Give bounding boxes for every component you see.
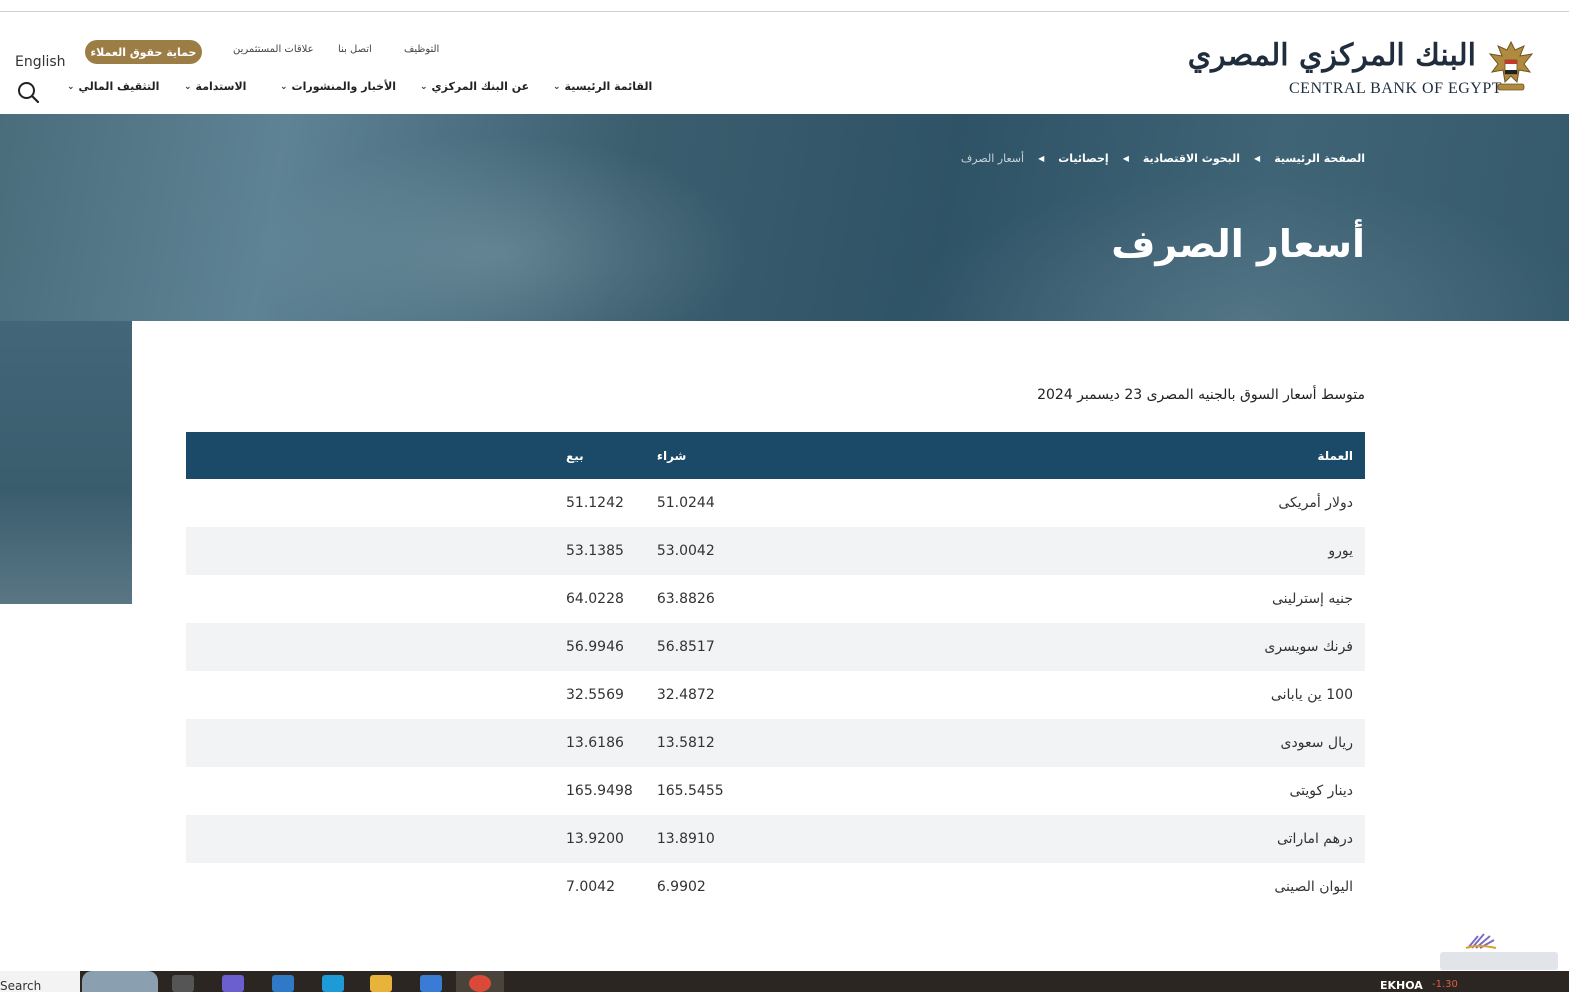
column-header-buy: شراء (656, 448, 687, 463)
currency-cell: ريال سعودى (1280, 735, 1353, 751)
table-row: اليوان الصينى 6.9902 7.0042 (186, 863, 1365, 911)
nav-news[interactable]: ⌄ الأخبار والمنشورات (280, 80, 396, 93)
buy-cell: 13.5812 (656, 735, 715, 751)
taskbar-active-app[interactable] (456, 971, 504, 992)
taskbar-search-box[interactable]: Search (0, 971, 80, 992)
column-header-sell: بيع (566, 448, 584, 463)
taskbar-widget[interactable] (82, 971, 158, 992)
caret-left-icon: ◀ (1122, 154, 1129, 163)
buy-cell: 63.8826 (656, 591, 715, 607)
buy-cell: 165.5455 (656, 783, 724, 799)
cbe-logo[interactable]: البنك المركزي المصري CENTRAL BANK OF EGY… (1188, 38, 1536, 108)
caret-left-icon: ◀ (1038, 154, 1045, 163)
currency-cell: جنيه إسترلينى (1271, 591, 1353, 607)
currency-cell: يورو (1328, 543, 1353, 559)
careers-link[interactable]: التوظيف (404, 44, 439, 55)
sell-cell: 64.0228 (566, 591, 624, 607)
chevron-down-icon: ⌄ (184, 81, 192, 92)
nav-about[interactable]: ⌄ عن البنك المركزي (420, 80, 529, 93)
tray-ticker-label[interactable]: EKHOA (1380, 979, 1423, 992)
rates-subtitle: متوسط أسعار السوق بالجنيه المصرى 23 ديسم… (1037, 387, 1365, 403)
nav-sustainability[interactable]: ⌄ الاستدامة (184, 80, 246, 93)
sell-cell: 51.1242 (566, 495, 624, 511)
hero-banner: الصفحة الرئيسية ◀ البحوث الاقتصادية ◀ إح… (0, 114, 1569, 321)
table-row: ريال سعودى 13.5812 13.6186 (186, 719, 1365, 767)
table-row: درهم اماراتى 13.8910 13.9200 (186, 815, 1365, 863)
os-taskbar: Search EKHOA -1.30 (0, 971, 1569, 992)
breadcrumb-research[interactable]: البحوث الاقتصادية (1143, 152, 1240, 165)
exchange-rates-table: العملة شراء بيع دولار أمريكى 51.0244 51.… (186, 432, 1365, 911)
chevron-down-icon: ⌄ (67, 81, 75, 92)
breadcrumb-statistics[interactable]: إحصائيات (1058, 152, 1108, 165)
nav-sustainability-label: الاستدامة (195, 80, 247, 93)
caret-left-icon: ◀ (1254, 154, 1261, 163)
chevron-down-icon: ⌄ (280, 81, 288, 92)
edge-browser-icon[interactable] (322, 975, 344, 992)
currency-cell: دولار أمريكى (1278, 495, 1353, 511)
currency-cell: درهم اماراتى (1276, 831, 1353, 847)
sell-cell: 13.9200 (566, 831, 624, 847)
table-row: فرنك سويسرى 56.8517 56.9946 (186, 623, 1365, 671)
sell-cell: 32.5569 (566, 687, 624, 703)
currency-cell: فرنك سويسرى (1264, 639, 1353, 655)
main-content: متوسط أسعار السوق بالجنيه المصرى 23 ديسم… (132, 321, 1569, 971)
breadcrumb-current: أسعار الصرف (960, 152, 1025, 165)
chrome-browser-icon (469, 975, 491, 992)
buy-cell: 56.8517 (656, 639, 715, 655)
logo-english-text: CENTRAL BANK OF EGYPT (1289, 80, 1503, 97)
nav-about-label: عن البنك المركزي (431, 80, 530, 93)
buy-cell: 32.4872 (656, 687, 715, 703)
table-row: جنيه إسترلينى 63.8826 64.0228 (186, 575, 1365, 623)
search-icon[interactable] (17, 81, 39, 103)
store-icon[interactable] (420, 975, 442, 992)
chevron-down-icon: ⌄ (420, 81, 428, 92)
logo-arabic-text: البنك المركزي المصري (1187, 38, 1476, 73)
investor-relations-link[interactable]: علاقات المستثمرين (233, 44, 314, 55)
task-view-icon[interactable] (172, 975, 194, 992)
table-row: يورو 53.0042 53.1385 (186, 527, 1365, 575)
copilot-icon[interactable] (222, 975, 244, 992)
language-switch-link[interactable]: English (15, 54, 66, 70)
nav-financial-literacy-label: التثقيف المالي (78, 80, 160, 93)
table-header-row: العملة شراء بيع (186, 432, 1365, 479)
sell-cell: 165.9498 (566, 783, 633, 799)
buy-cell: 53.0042 (656, 543, 715, 559)
tray-ticker-value: -1.30 (1432, 979, 1458, 990)
column-header-currency: العملة (1317, 448, 1353, 463)
buy-cell: 6.9902 (656, 879, 706, 895)
chevron-down-icon: ⌄ (553, 81, 561, 92)
watermark-logo (1440, 933, 1558, 970)
currency-cell: دينار كويتى (1289, 783, 1353, 799)
table-row: دينار كويتى 165.5455 165.9498 (186, 767, 1365, 815)
buy-cell: 51.0244 (656, 495, 715, 511)
hero-side-panel (0, 321, 132, 604)
mail-icon[interactable] (272, 975, 294, 992)
sell-cell: 53.1385 (566, 543, 624, 559)
currency-cell: 100 ين يابانى (1270, 687, 1353, 703)
eagle-emblem-icon (1488, 40, 1534, 91)
table-row: 100 ين يابانى 32.4872 32.5569 (186, 671, 1365, 719)
currency-cell: اليوان الصينى (1274, 879, 1353, 895)
page-title: أسعار الصرف (1111, 222, 1365, 266)
sell-cell: 56.9946 (566, 639, 624, 655)
nav-main-menu[interactable]: ⌄ القائمة الرئيسية (553, 80, 652, 93)
sell-cell: 7.0042 (566, 879, 615, 895)
buy-cell: 13.8910 (656, 831, 715, 847)
nav-financial-literacy[interactable]: ⌄ التثقيف المالي (67, 80, 159, 93)
table-row: دولار أمريكى 51.0244 51.1242 (186, 479, 1365, 527)
breadcrumb: الصفحة الرئيسية ◀ البحوث الاقتصادية ◀ إح… (961, 152, 1365, 165)
contact-us-link[interactable]: اتصل بنا (338, 44, 372, 55)
site-header: English حماية حقوق العملاء علاقات المستث… (0, 12, 1569, 114)
breadcrumb-home[interactable]: الصفحة الرئيسية (1274, 152, 1365, 165)
file-explorer-icon[interactable] (370, 975, 392, 992)
nav-main-menu-label: القائمة الرئيسية (564, 80, 653, 93)
nav-news-label: الأخبار والمنشورات (291, 80, 397, 93)
hero-background-shape (250, 134, 750, 321)
sell-cell: 13.6186 (566, 735, 624, 751)
customer-rights-button[interactable]: حماية حقوق العملاء (85, 40, 202, 64)
